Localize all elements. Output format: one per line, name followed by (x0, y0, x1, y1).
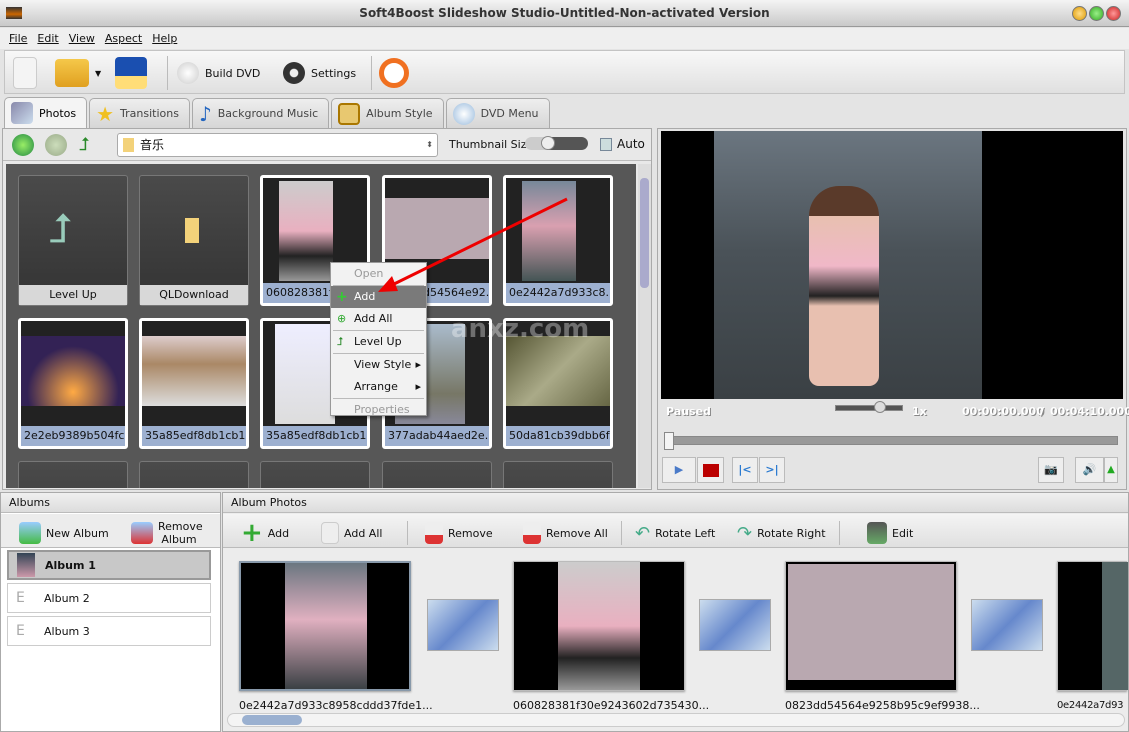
transition-thumbnail[interactable] (699, 599, 771, 651)
rotate-left-button[interactable]: ↶ Rotate Left (635, 517, 715, 549)
volume-up-icon[interactable]: ▲ (1104, 457, 1118, 483)
video-preview (661, 131, 1123, 399)
remove-all-icon (523, 522, 541, 544)
album-slide[interactable] (239, 561, 411, 691)
stop-icon (703, 464, 719, 477)
slide-filename: 0e2442a7d933c8958cddd37fde1... (239, 699, 433, 712)
seek-thumb[interactable] (664, 432, 674, 450)
album-name: Album 3 (44, 624, 90, 638)
bottom-panel: Albums New Album Remove Album Album 1 E A… (0, 492, 1129, 732)
snapshot-button[interactable]: 📷 (1038, 457, 1064, 483)
remove-button[interactable]: Remove (425, 517, 493, 549)
toolbar-separator (407, 521, 408, 545)
remove-icon (425, 522, 443, 544)
button-label: Add All (344, 526, 383, 540)
remove-album-button[interactable]: Remove Album (131, 517, 203, 549)
toolbar-separator (839, 521, 840, 545)
rotate-left-icon: ↶ (635, 522, 651, 544)
preview-panel: Paused 1x 00:00:00.000 / 00:04:10.000 ▶ … (657, 128, 1129, 490)
album-item[interactable]: E Album 2 (7, 583, 211, 613)
transition-thumbnail[interactable] (971, 599, 1043, 651)
button-label: Rotate Right (757, 526, 826, 540)
album-slide[interactable] (513, 561, 685, 691)
button-label: Add (267, 526, 290, 540)
add-all-button[interactable]: Add All (321, 517, 382, 549)
albums-panel: Albums New Album Remove Album Album 1 E A… (0, 492, 221, 732)
new-album-icon (19, 522, 41, 544)
album-name: Album 2 (44, 591, 90, 605)
slide-filename: 060828381f30e9243602d735430... (513, 699, 710, 712)
album-name: Album 1 (45, 558, 96, 572)
remove-album-icon (131, 522, 153, 544)
plus-icon: + (241, 518, 263, 548)
preview-image (714, 131, 982, 399)
previous-button[interactable]: |< (732, 457, 758, 483)
remove-album-label: Remove Album (158, 520, 203, 546)
add-photo-button[interactable]: + Add (241, 517, 289, 549)
rotate-right-icon: ↷ (737, 522, 753, 544)
button-label: Edit (892, 526, 914, 540)
rotate-right-button[interactable]: ↷ Rotate Right (737, 517, 826, 549)
slide-filename: 0e2442a7d93 (1057, 700, 1124, 711)
album-item[interactable]: E Album 3 (7, 616, 211, 646)
remove-all-button[interactable]: Remove All (523, 517, 608, 549)
albums-header: Albums (1, 493, 220, 513)
seek-bar[interactable] (664, 432, 1118, 450)
slide-filename: 0823dd54564e9258b95c9ef9938... (785, 699, 980, 712)
button-label: Remove All (546, 526, 608, 540)
slider-thumb[interactable] (874, 401, 886, 413)
volume-button[interactable]: 🔊 (1075, 457, 1104, 483)
button-label: Remove (448, 526, 493, 540)
edit-button[interactable]: Edit (867, 517, 913, 549)
add-all-icon (321, 522, 339, 544)
player-status: Paused (666, 405, 711, 418)
album-item[interactable]: Album 1 (7, 550, 211, 580)
edit-icon (867, 522, 887, 544)
album-slide[interactable] (785, 561, 957, 691)
button-label: Rotate Left (655, 526, 716, 540)
empty-album-icon: E (16, 590, 25, 606)
horizontal-scrollbar[interactable] (227, 713, 1125, 727)
album-photos-header: Album Photos (223, 493, 1128, 513)
new-album-label: New Album (46, 526, 109, 540)
new-album-button[interactable]: New Album (19, 517, 109, 549)
toolbar-separator (621, 521, 622, 545)
play-button[interactable]: ▶ (662, 457, 696, 483)
total-time: 00:04:10.000 (1050, 405, 1129, 418)
stop-button[interactable] (697, 457, 724, 483)
empty-album-icon: E (16, 623, 25, 639)
album-photos-panel: Album Photos + Add Add All Remove Remove … (222, 492, 1129, 732)
transition-thumbnail[interactable] (427, 599, 499, 651)
album-slide[interactable] (1057, 561, 1128, 691)
scroll-thumb[interactable] (242, 715, 302, 725)
speed-slider[interactable] (835, 401, 903, 413)
time-separator: / (1040, 405, 1045, 418)
speed-value: 1x (912, 405, 927, 418)
next-button[interactable]: >| (759, 457, 785, 483)
album-thumbnail (17, 553, 35, 577)
current-time: 00:00:00.000 (962, 405, 1044, 418)
